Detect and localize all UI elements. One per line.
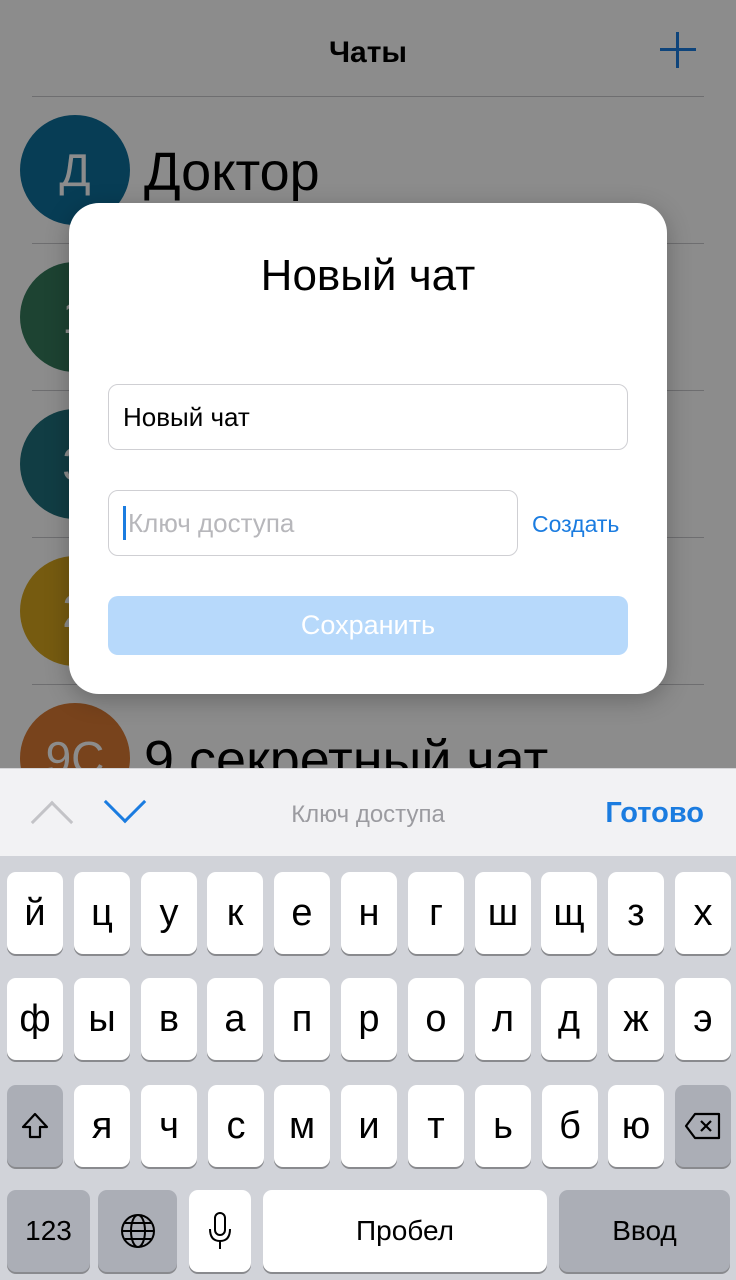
letter-key[interactable]: е	[274, 872, 330, 954]
dialog-title: Новый чат	[260, 251, 476, 300]
access-key-placeholder: Ключ доступа	[128, 507, 295, 538]
return-key[interactable]: Ввод	[559, 1190, 730, 1272]
letter-key[interactable]: н	[341, 872, 397, 954]
letter-key[interactable]: л	[475, 978, 531, 1060]
letter-key[interactable]: г	[408, 872, 464, 954]
letter-key[interactable]: я	[74, 1085, 130, 1167]
keyboard-accessory-bar: Ключ доступа Готово	[0, 768, 736, 856]
letter-key[interactable]: э	[675, 978, 731, 1060]
letter-key[interactable]: ы	[74, 978, 130, 1060]
create-key-button[interactable]: Создать	[532, 511, 619, 538]
letter-key[interactable]: р	[341, 978, 397, 1060]
letter-key[interactable]: ю	[608, 1085, 664, 1167]
letter-key[interactable]: и	[341, 1085, 397, 1167]
letter-key[interactable]: й	[7, 872, 63, 954]
globe-icon	[120, 1214, 155, 1248]
letter-key[interactable]: к	[207, 872, 263, 954]
done-button[interactable]: Готово	[605, 797, 704, 830]
numbers-key[interactable]: 123	[7, 1190, 90, 1272]
letter-key[interactable]: у	[141, 872, 197, 954]
letter-key[interactable]: м	[274, 1085, 330, 1167]
letter-key[interactable]: щ	[541, 872, 597, 954]
dictation-key[interactable]	[189, 1190, 251, 1272]
letter-key[interactable]: с	[208, 1085, 264, 1167]
globe-key[interactable]	[98, 1190, 177, 1272]
access-key-field[interactable]: Ключ доступа	[108, 490, 518, 556]
text-cursor	[123, 506, 126, 540]
shift-icon	[21, 1112, 49, 1139]
letter-key[interactable]: д	[541, 978, 597, 1060]
shift-key[interactable]	[7, 1085, 63, 1167]
chat-name-field[interactable]: Новый чат	[108, 384, 628, 450]
backspace-icon	[684, 1112, 721, 1140]
letter-key[interactable]: ч	[141, 1085, 197, 1167]
letter-key[interactable]: п	[274, 978, 330, 1060]
letter-key[interactable]: о	[408, 978, 464, 1060]
letter-key[interactable]: х	[675, 872, 731, 954]
letter-key[interactable]: ь	[475, 1085, 531, 1167]
letter-key[interactable]: ф	[7, 978, 63, 1060]
space-key[interactable]: Пробел	[263, 1190, 547, 1272]
backspace-key[interactable]	[675, 1085, 731, 1167]
save-button[interactable]: Сохранить	[108, 596, 628, 655]
letter-key[interactable]: в	[141, 978, 197, 1060]
letter-key[interactable]: а	[207, 978, 263, 1060]
letter-key[interactable]: ц	[74, 872, 130, 954]
new-chat-dialog: Новый чат Новый чат Ключ доступа Создать…	[69, 203, 667, 694]
letter-key[interactable]: т	[408, 1085, 464, 1167]
keyboard: 123 Пробел Ввод йцукенгшщзх фывапролджэ яч…	[0, 856, 736, 1280]
letter-key[interactable]: б	[542, 1085, 598, 1167]
letter-key[interactable]: з	[608, 872, 664, 954]
letter-key[interactable]: ш	[475, 872, 531, 954]
microphone-icon	[209, 1212, 231, 1249]
letter-key[interactable]: ж	[608, 978, 664, 1060]
